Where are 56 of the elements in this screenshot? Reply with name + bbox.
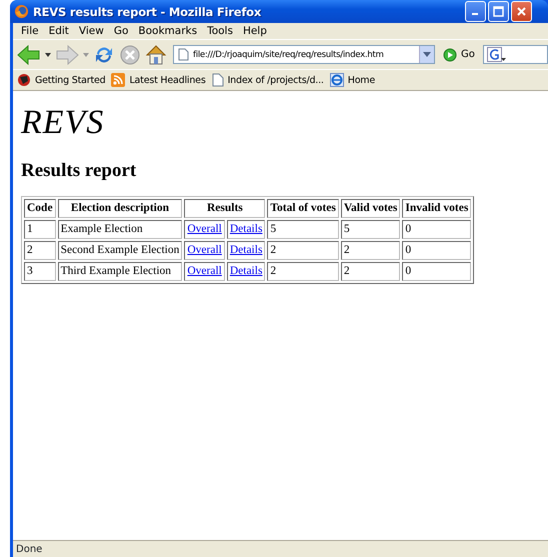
table-cell: 0 [402, 220, 472, 239]
column-header: Total of votes [267, 198, 339, 218]
play-icon [443, 48, 457, 62]
menu-item[interactable]: File [16, 24, 44, 38]
page-icon [212, 73, 224, 87]
maximize-icon [493, 6, 504, 17]
maximize-button[interactable] [488, 1, 509, 22]
go-button[interactable]: Go [439, 48, 479, 62]
column-header: Results [184, 198, 266, 218]
table-cell: 5 [267, 220, 339, 239]
bookmark-item[interactable]: Index of /projects/d... [212, 73, 324, 87]
site-logo: REVS [21, 103, 106, 143]
column-header: Election description [58, 198, 182, 218]
menu-item[interactable]: Tools [202, 24, 238, 38]
table-cell: 2 [24, 240, 56, 260]
close-icon [516, 6, 527, 17]
menu-item[interactable]: Bookmarks [133, 24, 202, 38]
column-header: Valid votes [340, 198, 400, 218]
table-cell: 2 [267, 262, 339, 281]
column-header: Code [24, 198, 56, 218]
back-button[interactable] [17, 44, 41, 64]
caret-icon[interactable] [45, 52, 51, 56]
column-header: Invalid votes [402, 198, 472, 218]
table-cell: 2 [267, 240, 339, 260]
feed-icon [111, 73, 126, 87]
search-engine-icon[interactable] [486, 47, 507, 62]
caret-icon [423, 52, 431, 57]
table-cell: 0 [402, 262, 472, 281]
address-bar[interactable]: file:///D:/rjoaquim/site/req/req/results/index.htm [173, 45, 435, 64]
dropdown-button[interactable] [419, 46, 434, 63]
stop-button[interactable] [119, 44, 141, 66]
table-cell: 2 [340, 240, 400, 260]
menu-item[interactable]: View [74, 24, 109, 38]
table-cell: 3 [24, 262, 56, 281]
table-cell: 5 [340, 220, 400, 239]
menu-item[interactable]: Go [108, 24, 134, 38]
window-title: REVS results report - Mozilla Firefox [33, 4, 262, 18]
bookmark-item[interactable]: Getting Started [17, 73, 106, 87]
bookmark-item[interactable]: Latest Headlines [111, 73, 206, 87]
close-button[interactable] [511, 1, 532, 22]
page-heading: Results report [21, 160, 138, 182]
menu-item[interactable]: Edit [44, 24, 74, 38]
globe-icon [330, 73, 344, 87]
status-text: Done [16, 544, 42, 554]
table-cell: 1 [24, 220, 56, 239]
table-cell: 0 [402, 240, 472, 260]
table-cell: Example Election [58, 220, 182, 239]
table-cell: Second Example Election [58, 240, 182, 260]
search-field[interactable] [482, 45, 548, 64]
page-icon [178, 48, 189, 61]
menu-item[interactable]: Help [238, 24, 272, 38]
table-cell: Third Example Election [58, 262, 182, 281]
bookmark-item[interactable]: Home [330, 73, 376, 87]
home-button[interactable] [145, 44, 167, 66]
table-cell: 2 [340, 262, 400, 281]
minimize-button[interactable] [465, 1, 486, 22]
